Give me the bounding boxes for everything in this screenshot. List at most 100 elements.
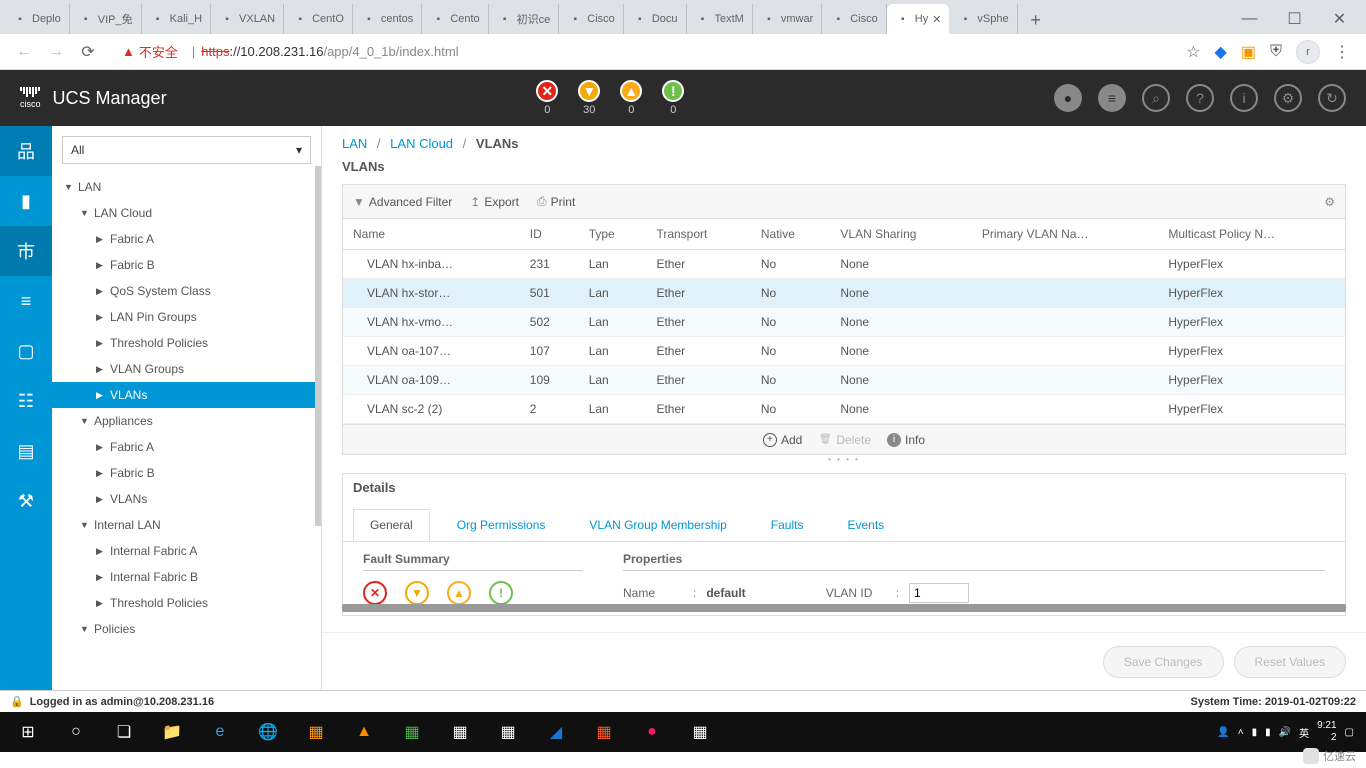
tray-network-icon[interactable]: ▮ bbox=[1265, 727, 1271, 738]
close-icon[interactable]: ✕ bbox=[932, 13, 941, 26]
tree-item[interactable]: ▶Fabric A bbox=[52, 434, 321, 460]
tray-up-icon[interactable]: ˄ bbox=[1238, 727, 1244, 738]
tray-clock[interactable]: 9:21 2 bbox=[1317, 720, 1336, 744]
close-button[interactable]: ✕ bbox=[1317, 4, 1362, 34]
browser-tab[interactable]: ▪centos bbox=[353, 4, 422, 34]
rail-lan[interactable]: 巿 bbox=[0, 226, 52, 276]
app-icon-2[interactable]: ▦ bbox=[484, 712, 532, 752]
list-icon[interactable]: ≡ bbox=[1098, 84, 1126, 112]
browser-tab[interactable]: ▪VXLAN bbox=[211, 4, 284, 34]
reset-values-button[interactable]: Reset Values bbox=[1234, 646, 1346, 678]
export-button[interactable]: ↥Export bbox=[470, 195, 519, 209]
back-button[interactable]: ← bbox=[10, 38, 38, 66]
tree-item[interactable]: ▶VLANs bbox=[52, 382, 321, 408]
browser-tab[interactable]: ▪Cisco bbox=[559, 4, 624, 34]
tray-people-icon[interactable]: 👤 bbox=[1217, 727, 1229, 738]
tree-item[interactable]: ▶Internal Fabric B bbox=[52, 564, 321, 590]
rail-vm[interactable]: ▢ bbox=[0, 326, 52, 376]
tree-item[interactable]: ▶Internal Fabric A bbox=[52, 538, 321, 564]
advanced-filter-button[interactable]: ▼Advanced Filter bbox=[353, 195, 452, 209]
tree-item[interactable]: ▶Threshold Policies bbox=[52, 330, 321, 356]
table-row[interactable]: VLAN hx-stor…501LanEtherNoNoneHyperFlex bbox=[343, 279, 1345, 308]
status-indicator[interactable]: ✕0 bbox=[536, 80, 558, 116]
info-icon[interactable]: i bbox=[1230, 84, 1258, 112]
column-header[interactable]: VLAN Sharing bbox=[830, 219, 971, 250]
table-row[interactable]: VLAN oa-109…109LanEtherNoNoneHyperFlex bbox=[343, 366, 1345, 395]
horizontal-scrollbar[interactable] bbox=[342, 604, 1346, 612]
browser-tab[interactable]: ▪CentO bbox=[284, 4, 353, 34]
save-changes-button[interactable]: Save Changes bbox=[1103, 646, 1224, 678]
info-button[interactable]: iInfo bbox=[887, 433, 925, 447]
table-row[interactable]: VLAN sc-2 (2)2LanEtherNoNoneHyperFlex bbox=[343, 395, 1345, 424]
tree-item[interactable]: ▶QoS System Class bbox=[52, 278, 321, 304]
detail-tab[interactable]: General bbox=[353, 509, 430, 541]
status-indicator[interactable]: !0 bbox=[662, 80, 684, 116]
table-row[interactable]: VLAN oa-107…107LanEtherNoNoneHyperFlex bbox=[343, 337, 1345, 366]
breadcrumb-lan-cloud[interactable]: LAN Cloud bbox=[390, 136, 453, 151]
tray-battery-icon[interactable]: ▮ bbox=[1252, 727, 1258, 738]
tree-item[interactable]: ▼LAN bbox=[52, 174, 321, 200]
column-header[interactable]: Native bbox=[751, 219, 831, 250]
tree-item[interactable]: ▶VLAN Groups bbox=[52, 356, 321, 382]
app-icon-4[interactable]: ▦ bbox=[676, 712, 724, 752]
app-icon-1[interactable]: ▦ bbox=[436, 712, 484, 752]
tree-item[interactable]: ▶Fabric A bbox=[52, 226, 321, 252]
vm-icon[interactable]: ▦ bbox=[580, 712, 628, 752]
browser-tab[interactable]: ▪初识ce bbox=[489, 4, 560, 34]
column-header[interactable]: Primary VLAN Na… bbox=[972, 219, 1159, 250]
browser-tab[interactable]: ▪VIP_免 bbox=[70, 4, 142, 34]
refresh-icon[interactable]: ↻ bbox=[1318, 84, 1346, 112]
maximize-button[interactable]: ☐ bbox=[1272, 4, 1317, 34]
splitter-handle[interactable]: • • • • bbox=[322, 455, 1366, 463]
rail-san[interactable]: ≡ bbox=[0, 276, 52, 326]
fault-minor-icon[interactable]: ▲ bbox=[447, 581, 471, 605]
tree-item[interactable]: ▶LAN Pin Groups bbox=[52, 304, 321, 330]
browser-tab[interactable]: ▪Cento bbox=[422, 4, 488, 34]
column-header[interactable]: Transport bbox=[646, 219, 750, 250]
tray-volume-icon[interactable]: 🔊 bbox=[1279, 727, 1291, 738]
tray-ime[interactable]: 英 bbox=[1299, 725, 1309, 740]
tree-item[interactable]: ▶VLANs bbox=[52, 486, 321, 512]
scrollbar-thumb[interactable] bbox=[315, 166, 321, 526]
delete-button[interactable]: 🗑Delete bbox=[818, 433, 871, 447]
browser-tab[interactable]: ▪Docu bbox=[624, 4, 687, 34]
column-header[interactable]: Multicast Policy N… bbox=[1158, 219, 1345, 250]
reload-button[interactable]: ⟳ bbox=[74, 38, 102, 66]
browser-tab[interactable]: ▪Cisco bbox=[822, 4, 887, 34]
rail-servers[interactable]: ▮ bbox=[0, 176, 52, 226]
rail-admin[interactable]: ⚒ bbox=[0, 476, 52, 526]
wireshark-icon[interactable]: ◢ bbox=[532, 712, 580, 752]
table-row[interactable]: VLAN hx-vmo…502LanEtherNoNoneHyperFlex bbox=[343, 308, 1345, 337]
browser-tab[interactable]: ▪vmwar bbox=[753, 4, 822, 34]
ie-icon[interactable]: e bbox=[196, 712, 244, 752]
cortana-icon[interactable]: ○ bbox=[52, 712, 100, 752]
start-button[interactable]: ⊞ bbox=[4, 712, 52, 752]
print-button[interactable]: ⎙Print bbox=[537, 194, 575, 209]
tree-item[interactable]: ▼Policies bbox=[52, 616, 321, 642]
menu-icon[interactable]: ⋮ bbox=[1334, 42, 1350, 62]
fault-warning-icon[interactable]: ! bbox=[489, 581, 513, 605]
status-indicator[interactable]: ▲0 bbox=[620, 80, 642, 116]
shield-icon[interactable]: ⛨ bbox=[1270, 43, 1282, 61]
sublime-icon[interactable]: ▦ bbox=[292, 712, 340, 752]
browser-tab[interactable]: ▪vSphe bbox=[949, 4, 1017, 34]
detail-tab[interactable]: Events bbox=[830, 509, 901, 541]
browser-tab[interactable]: ▪TextM bbox=[687, 4, 753, 34]
gear-icon[interactable]: ⚙ bbox=[1274, 84, 1302, 112]
rail-storage[interactable]: ☷ bbox=[0, 376, 52, 426]
fault-critical-icon[interactable]: ✕ bbox=[363, 581, 387, 605]
extension-icon-2[interactable]: ▣ bbox=[1241, 42, 1256, 62]
file-explorer-icon[interactable]: 📁 bbox=[148, 712, 196, 752]
tree-item[interactable]: ▼Internal LAN bbox=[52, 512, 321, 538]
chrome-icon[interactable]: 🌐 bbox=[244, 712, 292, 752]
browser-tab[interactable]: ▪Deplo bbox=[4, 4, 70, 34]
column-header[interactable]: Name bbox=[343, 219, 520, 250]
new-tab-button[interactable]: + bbox=[1022, 6, 1050, 34]
search-icon[interactable]: ⌕ bbox=[1142, 84, 1170, 112]
tree-item[interactable]: ▼LAN Cloud bbox=[52, 200, 321, 226]
tree-item[interactable]: ▶Threshold Policies bbox=[52, 590, 321, 616]
detail-tab[interactable]: Faults bbox=[754, 509, 821, 541]
forward-button[interactable]: → bbox=[42, 38, 70, 66]
address-bar[interactable]: ▲ 不安全 | https ://10.208.231.16 /app/4_0_… bbox=[112, 38, 1178, 66]
tree-item[interactable]: ▶Fabric B bbox=[52, 460, 321, 486]
